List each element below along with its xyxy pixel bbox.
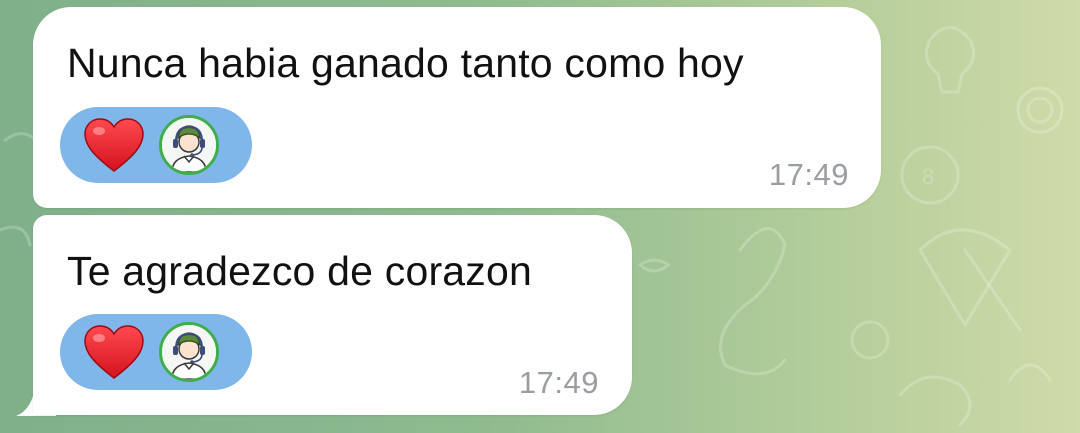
reactor-avatar[interactable] [159, 115, 219, 175]
message-timestamp: 17:49 [518, 365, 599, 400]
support-agent-icon [162, 118, 216, 172]
message-timestamp: 17:49 [768, 157, 849, 192]
support-agent-icon [162, 325, 216, 379]
message-text: Te agradezco de corazon [67, 248, 533, 294]
message-text: Nunca habia ganado tanto como hoy [67, 40, 744, 86]
message-bubble[interactable]: Nunca habia ganado tanto como hoy 17:49 [33, 7, 881, 208]
reactor-avatar[interactable] [159, 322, 219, 382]
red-heart-icon [84, 325, 144, 379]
svg-text:8: 8 [922, 164, 934, 189]
red-heart-icon [84, 118, 144, 172]
reaction-pill[interactable] [60, 314, 252, 390]
message-bubble[interactable]: Te agradezco de corazon 17:49 [33, 215, 632, 415]
reaction-pill[interactable] [60, 107, 252, 183]
